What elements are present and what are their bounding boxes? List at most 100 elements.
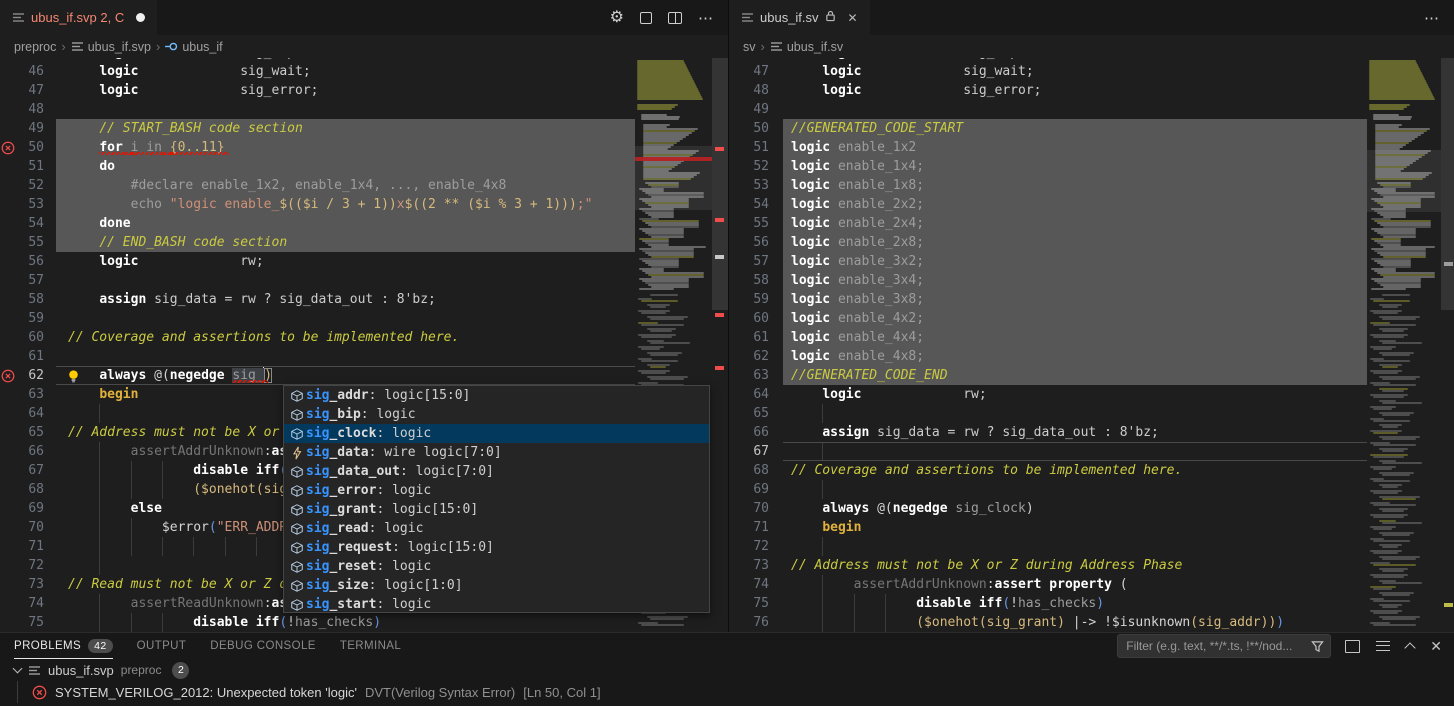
editor-right[interactable]: 4748495051525354555657585960616263646566… [729,58,1454,632]
problems-file-row[interactable]: ubus_if.svp preproc 2 [0,659,1454,681]
problems-count-badge: 2 [172,662,189,679]
close-icon[interactable]: ✕ [848,11,858,25]
code-line[interactable]: // END_BASH code section [56,233,635,252]
code-line[interactable]: logic enable_2x4; [783,214,1367,233]
breadcrumb-file[interactable]: ubus_if.svp [71,40,151,54]
code-line[interactable]: always @(negedge sig_) [56,366,635,385]
code-line[interactable]: assertAddrUnknown:assert property ( [783,575,1367,594]
suggestion-item[interactable]: sig_addr: logic[15:0] [284,386,709,405]
code-line[interactable]: // Address must not be X or Z during Add… [783,556,1367,575]
code-line[interactable]: echo "logic enable_$(($i / 3 + 1))x$((2 … [56,195,635,214]
code-line[interactable]: logic enable_2x2; [783,195,1367,214]
suggestion-item[interactable]: sig_data: wire logic[7:0] [284,443,709,462]
suggestion-item[interactable]: sig_request: logic[15:0] [284,538,709,557]
breadcrumb-folder[interactable]: preproc [14,40,56,54]
more-actions-icon[interactable]: ⋯ [698,9,714,27]
view-as-table-icon[interactable] [1347,640,1360,653]
code-line[interactable]: logic enable_3x8; [783,290,1367,309]
code-line[interactable]: assign sig_data = rw ? sig_data_out : 8'… [56,290,635,309]
code-line[interactable] [783,480,1367,499]
breadcrumb-symbol[interactable]: ubus_if [165,40,222,54]
code-token: logic [791,349,830,364]
suggestion-item[interactable]: sig_bip: logic [284,405,709,424]
code-line[interactable]: logic enable_1x2 [783,138,1367,157]
panel-tab-debug-console[interactable]: DEBUG CONSOLE [210,633,316,659]
code-line[interactable]: logic enable_1x4; [783,157,1367,176]
view-as-list-icon[interactable] [1376,641,1390,651]
code-line[interactable]: logic enable_4x2; [783,309,1367,328]
code-area-right[interactable]: logic sig_bip; logic sig_wait; logic sig… [783,58,1367,632]
code-line[interactable] [783,537,1367,556]
code-line[interactable]: // Coverage and assertions to be impleme… [56,328,635,347]
close-panel-icon[interactable]: ✕ [1430,638,1442,655]
suggestion-item[interactable]: sig_data_out: logic[7:0] [284,462,709,481]
minimap-slider[interactable] [1367,150,1441,212]
gear-icon[interactable]: ⚙ [610,10,624,26]
suggestion-item[interactable]: sig_clock: logic [284,424,709,443]
customize-layout-icon[interactable] [640,12,652,24]
minimap-right[interactable] [1367,58,1441,632]
code-token [791,64,822,79]
code-line[interactable] [56,100,635,119]
panel-tab-problems[interactable]: PROBLEMS42 [14,633,113,659]
scrollbar-slider[interactable] [1441,58,1454,310]
code-line[interactable]: disable iff(!has_checks) [56,613,635,632]
code-line[interactable]: logic rw; [783,385,1367,404]
suggestion-item[interactable]: sig_read: logic [284,519,709,538]
more-actions-icon[interactable]: ⋯ [1424,9,1440,27]
suggestion-item[interactable]: sig_start: logic [284,595,709,614]
code-line[interactable]: logic enable_4x4; [783,328,1367,347]
code-line[interactable]: do [56,157,635,176]
code-line[interactable]: // START_BASH code section [56,119,635,138]
code-line[interactable]: // Coverage and assertions to be impleme… [783,461,1367,480]
code-line[interactable]: logic enable_2x8; [783,233,1367,252]
breadcrumb-file[interactable]: ubus_if.sv [770,40,843,54]
split-editor-icon[interactable] [668,12,682,24]
code-line[interactable]: assign sig_data = rw ? sig_data_out : 8'… [783,423,1367,442]
code-line[interactable]: logic rw; [56,252,635,271]
code-line[interactable]: logic enable_4x8; [783,347,1367,366]
code-line[interactable]: #declare enable_1x2, enable_1x4, ..., en… [56,176,635,195]
scrollbar-slider[interactable] [712,58,728,310]
code-line[interactable]: logic enable_3x4; [783,271,1367,290]
suggestion-item[interactable]: sig_size: logic[1:0] [284,576,709,595]
filter-input[interactable] [1126,639,1311,653]
code-line[interactable]: logic sig_wait; [783,62,1367,81]
code-line[interactable] [783,404,1367,423]
code-line[interactable]: //GENERATED_CODE_START [783,119,1367,138]
code-line[interactable]: always @(negedge sig_clock) [783,499,1367,518]
code-line[interactable]: logic enable_3x2; [783,252,1367,271]
minimap-slider[interactable] [635,146,712,210]
suggestion-item[interactable]: sig_reset: logic [284,557,709,576]
suggestion-item[interactable]: sig_grant: logic[15:0] [284,500,709,519]
tab-ubus-if-sv[interactable]: ubus_if.sv ✕ [729,0,870,35]
code-line[interactable]: //GENERATED_CODE_END [783,366,1367,385]
panel-tab-terminal[interactable]: TERMINAL [340,633,401,659]
code-line[interactable] [783,100,1367,119]
problems-filter[interactable] [1117,634,1331,658]
overview-ruler-left[interactable] [712,58,728,632]
modified-dot[interactable] [136,13,145,22]
code-line[interactable]: ($onehot(sig_grant) |-> !$isunknown(sig_… [783,613,1367,632]
code-line[interactable]: done [56,214,635,233]
maximize-panel-icon[interactable] [1406,640,1414,652]
code-token [138,58,240,60]
tab-ubus-if-svp[interactable]: ubus_if.svp 2, C [0,0,157,35]
code-line[interactable]: logic sig_wait; [56,62,635,81]
code-line[interactable]: logic sig_error; [783,81,1367,100]
code-line[interactable]: for i in {0..11} [56,138,635,157]
code-line[interactable] [56,309,635,328]
problem-row[interactable]: SYSTEM_VERILOG_2012: Unexpected token 'l… [0,681,1454,703]
code-line[interactable]: begin [783,518,1367,537]
overview-ruler-right[interactable] [1441,58,1454,632]
suggestion-item[interactable]: sig_error: logic [284,481,709,500]
breadcrumb-folder[interactable]: sv [743,40,756,54]
code-line[interactable]: disable iff(!has_checks) [783,594,1367,613]
code-line[interactable] [56,271,635,290]
code-line[interactable] [783,442,1367,461]
chevron-down-icon[interactable] [13,664,23,674]
panel-tab-output[interactable]: OUTPUT [137,633,187,659]
code-line[interactable]: logic enable_1x8; [783,176,1367,195]
code-line[interactable]: logic sig_error; [56,81,635,100]
code-line[interactable] [56,347,635,366]
